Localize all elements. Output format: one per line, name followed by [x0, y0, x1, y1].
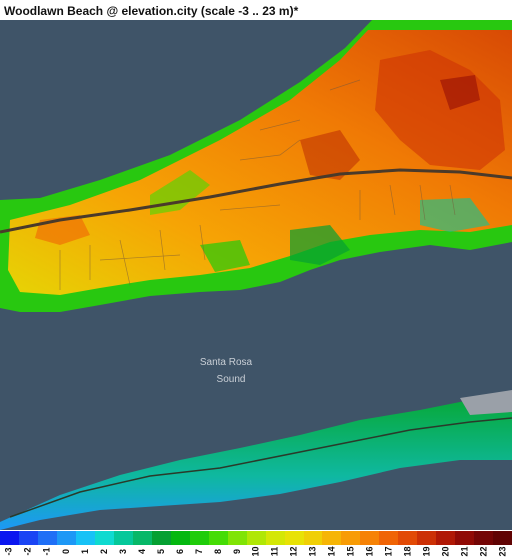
elevation-legend: -3 -2 -1 0 1 2 3 4 5 6 7 8 9 10 11 12 13 14 15 16 17 18 19 20 21… [0, 531, 512, 560]
legend-value-label: 19 [421, 546, 432, 557]
map-canvas: Santa Rosa Sound [0, 20, 512, 530]
legend-swatch [18, 531, 38, 545]
legend-value-label: 4 [136, 548, 147, 555]
legend-value-label: 13 [307, 546, 318, 557]
water-label-line1: Santa Rosa [200, 357, 253, 368]
legend-value-label: 14 [326, 546, 337, 557]
legend-swatch [94, 531, 114, 545]
legend-swatch [455, 531, 475, 545]
legend-swatch [227, 531, 247, 545]
legend-swatch [322, 531, 342, 545]
legend-swatch [151, 531, 171, 545]
legend-value-label: 16 [364, 546, 375, 557]
legend-value-label: -1 [41, 547, 52, 556]
legend-swatch [113, 531, 133, 545]
legend-value-label: 20 [440, 546, 451, 557]
legend-labels: -3 -2 -1 0 1 2 3 4 5 6 7 8 9 10 11 12 13 14 15 16 17 18 19 20 21… [0, 545, 512, 560]
legend-value-label: 12 [288, 546, 299, 557]
legend-value-label: 11 [269, 546, 280, 557]
legend-swatch [170, 531, 190, 545]
legend-swatch [436, 531, 456, 545]
legend-value-label: 1 [79, 548, 90, 555]
legend-swatch [0, 531, 19, 545]
legend-value-label: -3 [3, 547, 14, 556]
water-label-line2: Sound [217, 374, 246, 385]
legend-value-label: 15 [345, 546, 356, 557]
legend-value-label: 18 [402, 546, 413, 557]
legend-value-label: 7 [193, 548, 204, 555]
legend-value-label: 10 [250, 546, 261, 557]
legend-swatch [417, 531, 437, 545]
legend-swatch [75, 531, 95, 545]
legend-value-label: 22 [478, 546, 489, 557]
legend-swatch [132, 531, 152, 545]
legend-swatch [246, 531, 266, 545]
legend-swatch [208, 531, 228, 545]
legend-value-label: 6 [174, 548, 185, 555]
legend-value-label: 0 [60, 548, 71, 555]
legend-value-label: 21 [459, 546, 470, 557]
legend-swatch [265, 531, 285, 545]
legend-value-label: 3 [117, 548, 128, 555]
map-title: Woodlawn Beach @ elevation.city (scale -… [4, 4, 299, 18]
legend-value-label: 5 [155, 548, 166, 555]
legend-swatch [493, 531, 512, 545]
legend-swatch [189, 531, 209, 545]
legend-value-label: 2 [98, 548, 109, 555]
elevation-map[interactable]: Santa Rosa Sound [0, 20, 512, 530]
legend-value-label: 9 [231, 548, 242, 555]
legend-swatch [379, 531, 399, 545]
legend-value-label: 23 [497, 546, 508, 557]
legend-swatch [303, 531, 323, 545]
legend-swatch [474, 531, 494, 545]
legend-value-label: -2 [22, 547, 33, 556]
legend-swatch [398, 531, 418, 545]
legend-color-bar [0, 531, 512, 545]
legend-value-label: 17 [383, 546, 394, 557]
legend-swatch [284, 531, 304, 545]
legend-swatch [56, 531, 76, 545]
legend-value-label: 8 [212, 548, 223, 555]
legend-swatch [341, 531, 361, 545]
legend-swatch [360, 531, 380, 545]
legend-swatch [37, 531, 57, 545]
